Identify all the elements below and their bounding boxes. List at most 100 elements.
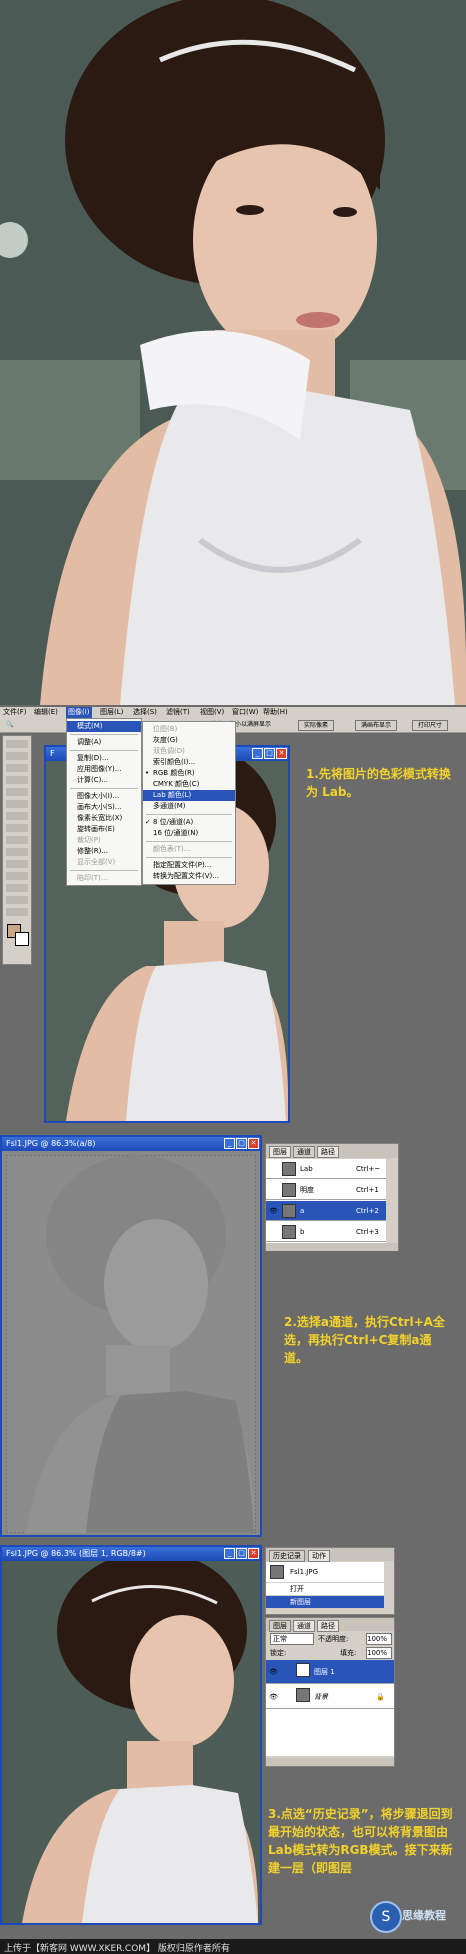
image-menu-reveal-all[interactable]: 显示全部(V) — [67, 857, 141, 868]
menu-image[interactable]: 图像(I) — [66, 707, 92, 718]
mode-duotone[interactable]: 双色调(D) — [143, 746, 235, 757]
close-button[interactable]: ✕ — [248, 1138, 259, 1149]
site-watermark: S 思缘教程 — [370, 1895, 460, 1935]
mode-8bit[interactable]: ✓ 8 位/通道(A) — [143, 817, 235, 828]
image-menu-canvas-size[interactable]: 画布大小(S)... — [67, 802, 141, 813]
fit-screen-button[interactable]: 满画布显示 — [355, 720, 398, 731]
mode-convert-profile[interactable]: 转换为配置文件(V)... — [143, 871, 235, 882]
history-step-active[interactable]: 新图层 — [266, 1596, 384, 1608]
mode-indexed[interactable]: 索引颜色(I)... — [143, 757, 235, 768]
tab-channels[interactable]: 通道 — [293, 1620, 315, 1632]
menubar: 文件(F) 编辑(E) 图像(I) 图层(L) 选择(S) 滤镜(T) 视图(V… — [0, 707, 466, 718]
tab-layers[interactable]: 图层 — [269, 1620, 291, 1632]
channel-row-lab[interactable]: Lab Ctrl+~ — [266, 1159, 386, 1179]
tool-icons[interactable] — [6, 740, 28, 920]
image-menu-duplicate[interactable]: 复制(D)... — [67, 753, 141, 764]
mode-rgb[interactable]: • RGB 颜色(R) — [143, 768, 235, 779]
image-menu-image-size[interactable]: 图像大小(I)... — [67, 791, 141, 802]
history-step[interactable]: 打开 — [266, 1583, 384, 1595]
blend-mode-select[interactable]: 正常 — [270, 1633, 314, 1645]
channel-list: Lab Ctrl+~ 明度 Ctrl+1 👁 a Ctrl+2 b Ctrl+3 — [266, 1159, 386, 1243]
channel-name: a — [300, 1207, 305, 1215]
panel-tabs: 图层 通道 路径 — [266, 1618, 394, 1632]
channel-row-b[interactable]: b Ctrl+3 — [266, 1222, 386, 1242]
image-menu-trap[interactable]: 陷印(T)... — [67, 873, 141, 884]
channel-shortcut: Ctrl+2 — [356, 1207, 379, 1215]
channel-name: b — [300, 1228, 305, 1236]
maximize-button[interactable]: □ — [236, 1138, 247, 1149]
menu-view[interactable]: 视图(V) — [200, 707, 224, 718]
tab-paths[interactable]: 路径 — [317, 1620, 339, 1632]
channels-panel: 图层 通道 路径 Lab Ctrl+~ 明度 Ctrl+1 👁 a Ctrl+2 — [265, 1143, 399, 1251]
history-step-label: 新图层 — [290, 1598, 311, 1606]
tab-paths[interactable]: 路径 — [317, 1146, 339, 1158]
document-title: Fsl1.JPG @ 86.3%(a/8) — [6, 1139, 96, 1148]
mode-bitmap[interactable]: 位图(B) — [143, 724, 235, 735]
step-3-note: 3.点选“历史记录”，将步骤退回到最开始的状态，也可以将背景图由Lab模式转为R… — [268, 1807, 453, 1875]
menu-filter[interactable]: 滤镜(T) — [166, 707, 190, 718]
image-menu-apply-image[interactable]: 应用图像(Y)... — [67, 764, 141, 775]
zoom-tool-icon[interactable]: 🔍 — [6, 718, 13, 732]
document-titlebar[interactable]: Fsl1.JPG @ 86.3% (图层 1, RGB/8#) — [2, 1547, 260, 1561]
a-channel-grayscale-photo — [6, 1155, 256, 1533]
mode-multichannel[interactable]: 多通道(M) — [143, 801, 235, 812]
image-menu-pixel-aspect[interactable]: 像素长宽比(X) — [67, 813, 141, 824]
close-button[interactable]: ✕ — [248, 1548, 259, 1559]
menu-help[interactable]: 帮助(H) — [263, 707, 288, 718]
snapshot-thumbnail — [270, 1565, 284, 1579]
document-window-3: Fsl1.JPG @ 86.3% (图层 1, RGB/8#) _ □ ✕ — [0, 1545, 262, 1925]
channel-thumbnail — [282, 1204, 296, 1218]
mode-cmyk[interactable]: CMYK 颜色(C) — [143, 779, 235, 790]
eye-icon[interactable]: 👁 — [269, 1660, 278, 1684]
layer-row-background[interactable]: 👁 背景 🔒 — [266, 1685, 394, 1709]
eye-icon[interactable]: 👁 — [269, 1201, 278, 1221]
history-step-label: 打开 — [290, 1585, 304, 1593]
menu-edit[interactable]: 编辑(E) — [34, 707, 58, 718]
maximize-button[interactable]: □ — [264, 748, 275, 759]
close-button[interactable]: ✕ — [276, 748, 287, 759]
layer-row-active[interactable]: 👁 图层 1 — [266, 1660, 394, 1684]
panel-footer-icons[interactable] — [266, 1243, 398, 1251]
opacity-input[interactable]: 100% — [366, 1633, 392, 1645]
image-menu-crop[interactable]: 裁切(P) — [67, 835, 141, 846]
print-size-button[interactable]: 打印尺寸 — [412, 720, 449, 731]
menu-window[interactable]: 窗口(W) — [232, 707, 258, 718]
layer-thumbnail — [296, 1663, 310, 1677]
image-menu-calculations[interactable]: 计算(C)... — [67, 775, 141, 786]
minimize-button[interactable]: _ — [252, 748, 263, 759]
minimize-button[interactable]: _ — [224, 1138, 235, 1149]
image-menu-mode[interactable]: 模式(M) — [67, 721, 141, 732]
minimize-button[interactable]: _ — [224, 1548, 235, 1559]
document-window-2: Fsl1.JPG @ 86.3%(a/8) _ □ ✕ — [0, 1135, 262, 1537]
background-color-swatch[interactable] — [15, 932, 29, 946]
image-menu: 模式(M) 调整(A) 复制(D)... 应用图像(Y)... 计算(C)...… — [66, 718, 142, 886]
mode-16bit[interactable]: 16 位/通道(N) — [143, 828, 235, 839]
mode-grayscale[interactable]: 灰度(G) — [143, 735, 235, 746]
maximize-button[interactable]: □ — [236, 1548, 247, 1559]
layer-thumbnail — [296, 1688, 310, 1702]
document-titlebar[interactable]: Fsl1.JPG @ 86.3%(a/8) — [2, 1137, 260, 1151]
tab-layers[interactable]: 图层 — [269, 1146, 291, 1158]
menu-layer[interactable]: 图层(L) — [100, 707, 123, 718]
image-menu-trim[interactable]: 修整(R)... — [67, 846, 141, 857]
panel-tabs: 历史记录 动作 — [266, 1548, 394, 1562]
menu-select[interactable]: 选择(S) — [133, 707, 157, 718]
panel-footer-icons[interactable] — [266, 1758, 394, 1766]
tab-channels[interactable]: 通道 — [293, 1146, 315, 1158]
mode-color-table[interactable]: 颜色表(T)... — [143, 844, 235, 855]
mode-lab[interactable]: Lab 颜色(L) — [143, 790, 235, 801]
image-menu-rotate-canvas[interactable]: 旋转画布(E) — [67, 824, 141, 835]
channel-row-a[interactable]: 👁 a Ctrl+2 — [266, 1201, 386, 1221]
channel-row-lightness[interactable]: 明度 Ctrl+1 — [266, 1180, 386, 1200]
eye-icon[interactable]: 👁 — [269, 1685, 278, 1709]
history-snapshot[interactable]: Fsl1.JPG — [266, 1562, 384, 1582]
portrait-illustration — [0, 0, 466, 705]
separator — [146, 841, 232, 842]
tab-history[interactable]: 历史记录 — [269, 1550, 305, 1562]
tab-actions[interactable]: 动作 — [308, 1550, 330, 1562]
menu-file[interactable]: 文件(F) — [3, 707, 27, 718]
actual-pixels-button[interactable]: 实际像素 — [298, 720, 335, 731]
image-menu-adjust[interactable]: 调整(A) — [67, 737, 141, 748]
fill-input[interactable]: 100% — [366, 1647, 392, 1659]
mode-assign-profile[interactable]: 指定配置文件(P)... — [143, 860, 235, 871]
